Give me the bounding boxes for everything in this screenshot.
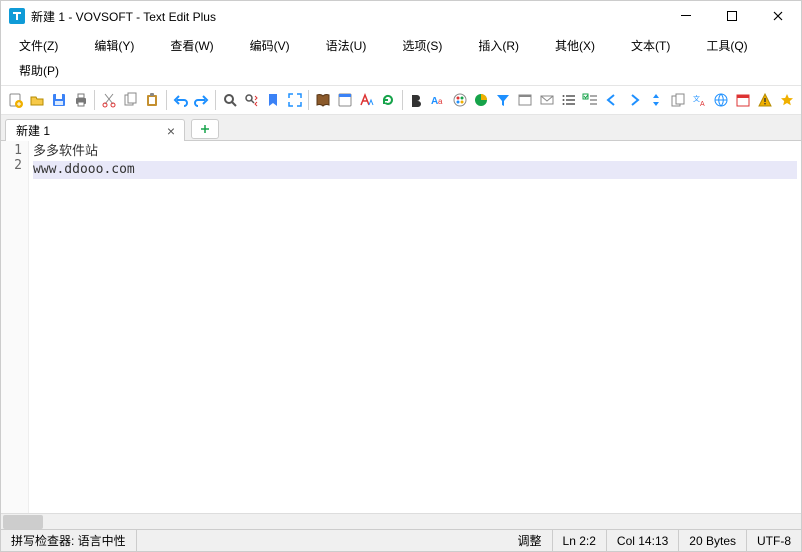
tab-label: 新建 1 <box>16 122 164 139</box>
redo-icon[interactable] <box>191 89 212 111</box>
line-number: 1 <box>1 143 22 158</box>
save-icon[interactable] <box>49 89 70 111</box>
menu-syntax[interactable]: 语法(U) <box>312 33 389 58</box>
copy-icon[interactable] <box>120 89 141 111</box>
find-icon[interactable] <box>219 89 240 111</box>
editor-line: 多多软件站 <box>33 143 797 161</box>
toolbar-separator <box>402 90 403 110</box>
status-spellcheck[interactable]: 拼写检查器: 语言中性 <box>1 530 137 551</box>
svg-text:A: A <box>700 101 705 108</box>
app-icon <box>9 8 25 24</box>
book-icon[interactable] <box>312 89 333 111</box>
new-file-icon[interactable] <box>5 89 26 111</box>
palette-icon[interactable] <box>449 89 470 111</box>
line-gutter: 1 2 <box>1 141 29 513</box>
arrow-left-icon[interactable] <box>602 89 623 111</box>
calendar-icon[interactable] <box>733 89 754 111</box>
print-icon[interactable] <box>70 89 91 111</box>
tab-close-icon[interactable]: × <box>164 124 178 138</box>
editor: 1 2 多多软件站 www.ddooo.com <box>1 141 801 513</box>
bookmark-icon[interactable] <box>263 89 284 111</box>
bold-icon[interactable] <box>406 89 427 111</box>
paste-icon[interactable] <box>142 89 163 111</box>
tab-active[interactable]: 新建 1 × <box>5 119 185 141</box>
browser-icon[interactable] <box>334 89 355 111</box>
status-line[interactable]: Ln 2:2 <box>553 530 607 551</box>
menu-edit[interactable]: 编辑(Y) <box>80 33 156 58</box>
menu-insert[interactable]: 插入(R) <box>464 33 541 58</box>
window-icon[interactable] <box>515 89 536 111</box>
filter-icon[interactable] <box>493 89 514 111</box>
case-icon[interactable]: Aa <box>427 89 448 111</box>
menu-view[interactable]: 查看(W) <box>156 33 235 58</box>
menu-help[interactable]: 帮助(P) <box>5 58 81 83</box>
updown-icon[interactable] <box>646 89 667 111</box>
status-adjust[interactable]: 调整 <box>508 530 553 551</box>
warning-icon[interactable] <box>755 89 776 111</box>
menu-file[interactable]: 文件(Z) <box>5 33 80 58</box>
svg-text:文: 文 <box>693 94 700 103</box>
window-buttons <box>663 1 801 31</box>
svg-text:a: a <box>438 97 443 106</box>
maximize-button[interactable] <box>709 1 755 31</box>
status-bar: 拼写检查器: 语言中性 调整 Ln 2:2 Col 14:13 20 Bytes… <box>1 529 801 551</box>
status-encoding[interactable]: UTF-8 <box>747 530 801 551</box>
menu-tool[interactable]: 工具(Q) <box>692 33 769 58</box>
menu-text[interactable]: 文本(T) <box>617 33 692 58</box>
star-icon[interactable] <box>776 89 797 111</box>
window-title: 新建 1 - VOVSOFT - Text Edit Plus <box>31 8 663 25</box>
status-bytes[interactable]: 20 Bytes <box>679 530 747 551</box>
toolbar-separator <box>215 90 216 110</box>
pie-icon[interactable] <box>471 89 492 111</box>
horizontal-scrollbar[interactable] <box>1 513 801 529</box>
menu-other[interactable]: 其他(X) <box>541 33 617 58</box>
toolbar-separator <box>94 90 95 110</box>
line-number: 2 <box>1 158 22 173</box>
fonts-icon[interactable] <box>356 89 377 111</box>
title-bar: 新建 1 - VOVSOFT - Text Edit Plus <box>1 1 801 31</box>
web-icon[interactable] <box>711 89 732 111</box>
translate-icon[interactable]: 文A <box>689 89 710 111</box>
refresh-icon[interactable] <box>378 89 399 111</box>
menu-bar: 文件(Z) 编辑(Y) 查看(W) 编码(V) 语法(U) 选项(S) 插入(R… <box>1 31 801 86</box>
toolbar: Aa 文A <box>1 86 801 115</box>
cut-icon[interactable] <box>98 89 119 111</box>
status-column[interactable]: Col 14:13 <box>607 530 679 551</box>
fullscreen-icon[interactable] <box>285 89 306 111</box>
menu-encode[interactable]: 编码(V) <box>236 33 312 58</box>
list-icon[interactable] <box>558 89 579 111</box>
undo-icon[interactable] <box>170 89 191 111</box>
checklist-icon[interactable] <box>580 89 601 111</box>
toolbar-separator <box>166 90 167 110</box>
minimize-button[interactable] <box>663 1 709 31</box>
mail-icon[interactable] <box>536 89 557 111</box>
tab-add-button[interactable] <box>191 119 219 139</box>
arrow-right-icon[interactable] <box>624 89 645 111</box>
open-file-icon[interactable] <box>27 89 48 111</box>
toolbar-separator <box>308 90 309 110</box>
text-area[interactable]: 多多软件站 www.ddooo.com <box>29 141 801 513</box>
editor-line: www.ddooo.com <box>33 161 797 179</box>
menu-option[interactable]: 选项(S) <box>388 33 464 58</box>
tab-bar: 新建 1 × <box>1 115 801 141</box>
close-button[interactable] <box>755 1 801 31</box>
scrollbar-thumb[interactable] <box>3 515 43 529</box>
duplicate-icon[interactable] <box>667 89 688 111</box>
find-replace-icon[interactable] <box>241 89 262 111</box>
